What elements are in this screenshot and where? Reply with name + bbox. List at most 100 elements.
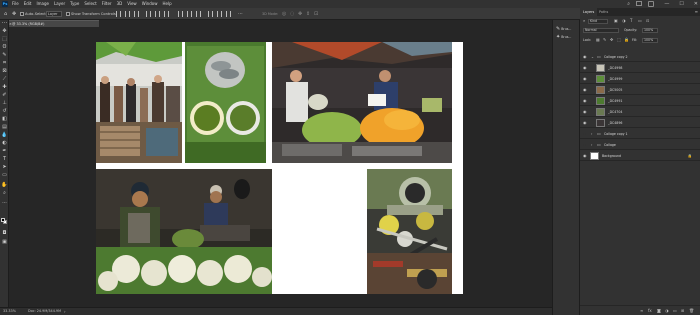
trash-icon[interactable]: 🗑 — [689, 307, 694, 314]
toolbar-grip[interactable] — [2, 22, 7, 24]
menu-view[interactable]: View — [127, 0, 137, 8]
photo-fruit-vendors[interactable] — [272, 42, 452, 163]
align-right-icon[interactable] — [134, 11, 139, 17]
close-button[interactable]: ✕ — [694, 0, 698, 8]
rectangle-tool-icon[interactable]: ▭ — [1, 172, 8, 178]
layer-name[interactable]: Background — [602, 153, 621, 159]
workspace-icon[interactable] — [636, 1, 642, 6]
show-transform-checkbox[interactable] — [66, 12, 70, 16]
more-options-icon[interactable]: ··· — [238, 11, 243, 17]
crop-tool-icon[interactable]: ⌗ — [1, 60, 8, 66]
link-layers-icon[interactable]: ∞ — [640, 307, 643, 314]
layer-row[interactable]: ◉ _DC4704 — [580, 107, 700, 117]
more-tools-icon[interactable]: ··· — [1, 200, 8, 206]
align-center-icon[interactable] — [125, 11, 130, 17]
distribute-left-icon[interactable] — [208, 11, 213, 17]
status-menu-arrow-icon[interactable]: › — [64, 308, 66, 315]
expand-group-icon[interactable]: ⌄ — [591, 54, 594, 60]
photo-cauliflower-vendor[interactable] — [96, 169, 272, 294]
add-mask-icon[interactable]: ◙ — [657, 307, 661, 314]
tab-paths[interactable]: Paths — [596, 8, 611, 16]
distribute-middle-icon[interactable] — [187, 11, 192, 17]
canvas-area[interactable] — [9, 27, 552, 307]
home-icon[interactable]: ⌂ — [4, 11, 7, 17]
auto-select-dropdown[interactable]: Layer — [46, 11, 62, 17]
panel-menu-icon[interactable]: ≡ — [695, 8, 698, 16]
layer-name[interactable]: _DC5005 — [608, 87, 622, 93]
menu-select[interactable]: Select — [84, 0, 96, 8]
layer-row[interactable]: ◉ _DC4896 — [580, 118, 700, 128]
3d-orbit-icon[interactable]: ◎ — [282, 11, 286, 17]
brush-tool-icon[interactable]: ✐ — [1, 92, 8, 98]
layer-row[interactable]: ◉ ⌄ ▭ Collage copy 2 — [580, 52, 700, 62]
filter-kind-dropdown[interactable]: Kind — [588, 19, 608, 24]
layer-row[interactable]: ◉ › ▭ Collage — [580, 140, 700, 150]
photo-market-street[interactable] — [96, 42, 182, 163]
pen-tool-icon[interactable]: ✒ — [1, 148, 8, 154]
type-tool-icon[interactable]: T — [1, 156, 8, 162]
clone-stamp-tool-icon[interactable]: ⊥ — [1, 100, 8, 106]
layer-row[interactable]: ◉ _DC4998 — [580, 63, 700, 73]
menu-3d[interactable]: 3D — [117, 0, 123, 8]
path-selection-tool-icon[interactable]: ➤ — [1, 164, 8, 170]
visibility-eye-icon[interactable]: ◉ — [583, 109, 587, 115]
menu-image[interactable]: Image — [36, 0, 49, 8]
zoom-tool-icon[interactable]: ⌕ — [1, 190, 8, 196]
move-tool-icon[interactable]: ✥ — [1, 28, 8, 34]
lock-all-icon[interactable]: 🔒 — [624, 37, 629, 43]
menu-layer[interactable]: Layer — [54, 0, 65, 8]
menu-help[interactable]: Help — [162, 0, 171, 8]
visibility-eye-icon[interactable]: ◉ — [583, 120, 587, 126]
filter-shape-icon[interactable]: ▭ — [638, 18, 642, 24]
lasso-tool-icon[interactable]: ʘ — [1, 44, 8, 50]
expand-group-icon[interactable]: › — [591, 131, 592, 137]
dock-brush-settings[interactable]: ✎ Brus... — [556, 26, 571, 32]
photo-fish-and-greens[interactable] — [185, 42, 266, 163]
layer-name[interactable]: _DC4704 — [608, 109, 622, 115]
layer-name[interactable]: Collage copy 1 — [604, 131, 628, 137]
document-tab[interactable]: × @ 33.3% (RGB/8#) — [9, 20, 99, 27]
maximize-button[interactable]: ☐ — [679, 0, 683, 8]
document-canvas[interactable] — [96, 42, 463, 294]
layer-row[interactable]: ◉ _DC5005 — [580, 85, 700, 95]
quick-select-tool-icon[interactable]: ✎ — [1, 52, 8, 58]
search-icon[interactable]: ⌕ — [627, 0, 630, 8]
visibility-eye-icon[interactable]: ◉ — [583, 76, 587, 82]
blur-tool-icon[interactable]: 💧 — [1, 132, 8, 138]
opacity-field[interactable]: 100% — [642, 28, 658, 33]
eraser-tool-icon[interactable]: ◧ — [1, 116, 8, 122]
filter-pixel-icon[interactable]: ▣ — [614, 18, 618, 24]
3d-roll-icon[interactable]: ◌ — [290, 11, 294, 17]
share-icon[interactable] — [648, 1, 654, 7]
lock-pixels-icon[interactable]: ✎ — [603, 37, 606, 43]
layer-style-icon[interactable]: fx — [648, 307, 652, 314]
hand-tool-icon[interactable]: ✋ — [1, 182, 8, 188]
visibility-eye-icon[interactable]: ◉ — [583, 87, 587, 93]
layer-name[interactable]: _DC4896 — [608, 120, 622, 126]
visibility-eye-icon[interactable]: ◉ — [583, 153, 587, 159]
eyedropper-tool-icon[interactable]: ⟋ — [1, 76, 8, 82]
layer-row[interactable]: ◉ _DC4999 — [580, 74, 700, 84]
frame-tool-icon[interactable]: ⊠ — [1, 68, 8, 74]
menu-edit[interactable]: Edit — [24, 0, 32, 8]
foreground-color-swatch[interactable] — [1, 218, 5, 222]
align-top-icon[interactable] — [146, 11, 151, 17]
history-brush-tool-icon[interactable]: ↺ — [1, 108, 8, 114]
visibility-eye-icon[interactable]: ◉ — [583, 142, 587, 148]
adjustment-layer-icon[interactable]: ◑ — [665, 307, 669, 314]
visibility-eye-icon[interactable]: ◉ — [583, 98, 587, 104]
distribute-top-icon[interactable] — [178, 11, 183, 17]
menu-file[interactable]: File — [12, 0, 19, 8]
menu-filter[interactable]: Filter — [102, 0, 112, 8]
layer-name[interactable]: _DC4998 — [608, 65, 622, 71]
visibility-eye-icon[interactable]: ◉ — [583, 65, 587, 71]
zoom-level[interactable]: 33.33% — [3, 308, 16, 315]
filter-smart-object-icon[interactable]: ⊡ — [646, 18, 649, 24]
filter-adjustment-icon[interactable]: ◑ — [622, 18, 626, 24]
distribute-right-icon[interactable] — [226, 11, 231, 17]
layer-name[interactable]: _DC4991 — [608, 98, 622, 104]
lock-transparent-icon[interactable]: ▦ — [596, 37, 600, 43]
dodge-tool-icon[interactable]: ◐ — [1, 140, 8, 146]
align-middle-icon[interactable] — [155, 11, 160, 17]
new-group-icon[interactable]: ▭ — [673, 307, 677, 314]
